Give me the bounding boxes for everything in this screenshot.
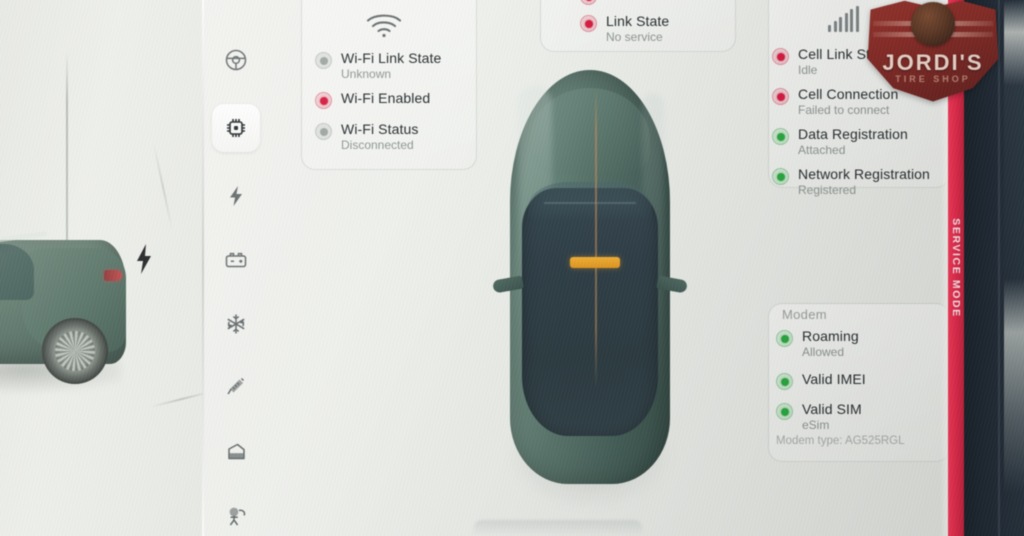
- status-dot: [772, 128, 789, 146]
- service-mode-sidebar: [204, 0, 268, 536]
- status-value: Registered: [798, 183, 857, 198]
- sidebar-item-closures[interactable]: [212, 428, 260, 476]
- sidebar-item-thermal[interactable]: [212, 300, 260, 348]
- status-row: Wi-Fi Enabled: [315, 90, 475, 110]
- real-tesla-photo: [0, 214, 140, 404]
- status-label: Wi-Fi Enabled: [341, 90, 431, 107]
- status-dot: [776, 330, 793, 347]
- vehicle-top-view: [492, 70, 688, 510]
- status-label: Data Registration: [798, 126, 908, 143]
- sidebar-item-restraints[interactable]: [212, 492, 260, 536]
- chip-icon: [223, 115, 249, 141]
- sidebar-item-battery[interactable]: [212, 236, 260, 284]
- status-dot: [772, 48, 789, 65]
- service-mode-label: SERVICE MODE: [950, 218, 962, 318]
- status-row: Wi-Fi Link State Unknown: [315, 50, 475, 82]
- status-label: Link State: [606, 13, 670, 29]
- airbag-dummy-icon: [224, 504, 249, 529]
- status-row: Tesla Connection: [580, 0, 750, 5]
- status-row: Roaming Allowed: [776, 328, 948, 360]
- screen-bezel-edge: [202, 0, 204, 536]
- status-dot: [315, 123, 332, 141]
- floor-line: [152, 142, 174, 232]
- tesla-connection-list: Tesla Connection Link State No service: [580, 0, 750, 53]
- sidebar-item-steering[interactable]: [212, 36, 260, 84]
- status-label: Wi-Fi Link State: [341, 50, 442, 66]
- sidebar-item-suspension[interactable]: [212, 362, 260, 410]
- status-label: Wi-Fi Status: [341, 121, 419, 138]
- wifi-icon: [364, 10, 404, 43]
- snowflake-icon: [224, 312, 248, 336]
- modem-type-label: Modem type:: [776, 435, 843, 447]
- vehicle-status-marker: [570, 257, 620, 268]
- status-label: Roaming: [802, 328, 859, 344]
- status-value: Disconnected: [341, 138, 414, 153]
- steering-wheel-icon: [223, 47, 249, 73]
- status-dot: [580, 0, 597, 5]
- status-dot: [772, 168, 789, 186]
- status-row: Wi-Fi Status Disconnected: [315, 121, 475, 153]
- status-value: Allowed: [802, 345, 845, 360]
- status-row: Link State No service: [580, 13, 750, 45]
- shock-absorber-icon: [223, 373, 249, 399]
- battery-icon: [223, 247, 249, 273]
- status-row: Valid SIM eSim: [776, 401, 948, 433]
- status-label: Tesla Connection: [606, 0, 715, 2]
- status-label: Valid SIM: [802, 401, 862, 418]
- sidebar-item-drive[interactable]: [212, 172, 260, 220]
- status-dot: [315, 52, 332, 69]
- modem-card-title: Modem: [782, 307, 827, 322]
- status-dot: [772, 88, 789, 106]
- status-value: Unknown: [341, 67, 392, 82]
- status-row: Network Registration Registered: [772, 166, 948, 198]
- badge-emblem-icon: [911, 2, 955, 46]
- status-label: Valid IMEI: [802, 371, 866, 388]
- wifi-status-list: Wi-Fi Link State Unknown Wi-Fi Enabled W…: [315, 50, 475, 161]
- status-row: Valid IMEI: [776, 371, 948, 391]
- modem-status-list: Roaming Allowed Valid IMEI Valid SIM eSi…: [776, 328, 948, 441]
- status-label: Network Registration: [798, 166, 930, 183]
- shop-logo-badge: JORDI'S TIRE SHOP: [862, 0, 1004, 106]
- modem-type-value: AG525RGL: [845, 435, 905, 447]
- garage-photo-area: [0, 0, 204, 536]
- shop-name: JORDI'S: [882, 50, 984, 75]
- status-dot: [315, 92, 332, 110]
- status-value: Attached: [798, 143, 846, 158]
- floor-line: [150, 390, 204, 408]
- vehicle-lower-hint: [474, 520, 642, 534]
- shop-tagline: TIRE SHOP: [895, 74, 971, 84]
- tesla-touchscreen: Open Trunk: [204, 0, 948, 536]
- status-value: eSim: [802, 418, 830, 433]
- status-value: No service: [606, 30, 663, 45]
- status-dot: [776, 373, 793, 391]
- screenshot-root: Open Trunk: [0, 0, 1024, 536]
- signal-bars-icon: [828, 6, 859, 32]
- charge-port-bolt-icon: [134, 244, 154, 274]
- modem-type-row: Modem type: AG525RGL: [776, 435, 905, 447]
- status-dot: [776, 403, 793, 421]
- status-row: Data Registration Attached: [772, 126, 948, 158]
- sidebar-item-controller[interactable]: [212, 104, 260, 152]
- lightning-bolt-icon: [224, 184, 248, 208]
- status-dot: [580, 15, 597, 32]
- car-door-icon: [224, 440, 249, 465]
